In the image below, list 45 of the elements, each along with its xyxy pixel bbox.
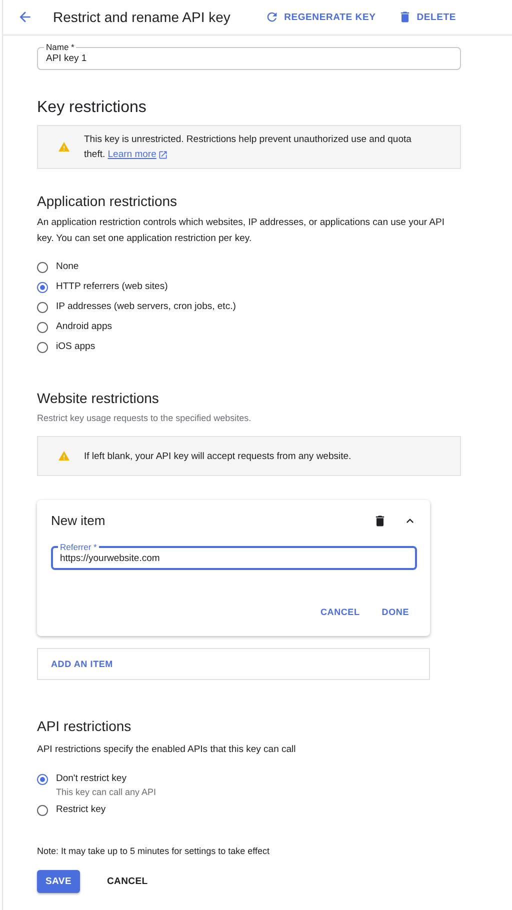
radio-button[interactable] — [37, 342, 48, 352]
external-link-icon — [158, 150, 168, 160]
radio-label[interactable]: Restrict key — [56, 803, 106, 817]
section-description: API restrictions specify the enabled APIs that this key can call — [37, 743, 297, 757]
item-title: New item — [51, 512, 106, 530]
warning-text: This key is unrestricted. Restrictions help prevent unauthorized use and quota theft. Learn more — [84, 133, 412, 162]
radio-label[interactable]: None — [56, 257, 79, 277]
radio-label[interactable]: Android apps — [56, 317, 112, 337]
note-text: Note: It may take up to 5 minutes for settings to take effect — [37, 845, 270, 858]
radio-button[interactable] — [37, 774, 48, 784]
text-button[interactable]: DONE — [376, 602, 415, 622]
radio-label[interactable]: IP addresses (web servers, cron jobs, etc.) — [56, 297, 236, 317]
save-button[interactable]: SAVE — [37, 870, 80, 893]
option-hint: This key can call any API — [56, 786, 156, 798]
section-heading: Application restrictions — [37, 192, 178, 210]
text-field[interactable]: Referrer * https://yourwebsite.com — [51, 542, 417, 570]
cancel-button[interactable]: CANCEL — [98, 870, 157, 893]
radio-button[interactable] — [37, 262, 48, 272]
radio-label[interactable]: Don't restrict key — [56, 772, 156, 786]
radio-button[interactable] — [37, 322, 48, 332]
field-label: Name * — [45, 42, 76, 52]
section-description: Restrict key usage requests to the specified websites. — [37, 412, 252, 425]
warning-icon — [58, 141, 70, 153]
learn-more-link[interactable]: Learn more — [108, 147, 168, 162]
refresh-icon — [265, 10, 280, 24]
add-item-button[interactable]: ADD AN ITEM — [37, 648, 430, 680]
radio-button[interactable] — [37, 282, 48, 292]
radio-button[interactable] — [37, 804, 48, 816]
radio-button[interactable] — [37, 302, 48, 312]
warning-text: If left blank, your API key will accept requests from any website. — [84, 450, 352, 464]
page-title: Restrict and rename API key — [53, 9, 232, 25]
section-description: An application restriction controls which websites, IP addresses, or applications can use your API key. You can set one application restriction per key. — [37, 216, 446, 246]
text-field[interactable]: Name * API key 1 — [37, 42, 461, 70]
radio-label[interactable]: HTTP referrers (web sites) — [56, 277, 168, 297]
radio-label[interactable]: iOS apps — [56, 337, 96, 357]
text-button[interactable]: CANCEL — [314, 602, 366, 622]
section-heading: Key restrictions — [37, 98, 148, 118]
section-heading: Website restrictions — [37, 389, 160, 407]
delete-button[interactable]: DELETE — [398, 10, 456, 24]
trash-icon[interactable] — [373, 514, 387, 528]
section-heading: API restrictions — [37, 717, 132, 735]
back-icon — [17, 9, 33, 25]
warning-icon — [58, 450, 70, 462]
regenerate-button[interactable]: REGENERATE KEY — [265, 10, 376, 24]
field-label: Referrer * — [59, 542, 98, 552]
